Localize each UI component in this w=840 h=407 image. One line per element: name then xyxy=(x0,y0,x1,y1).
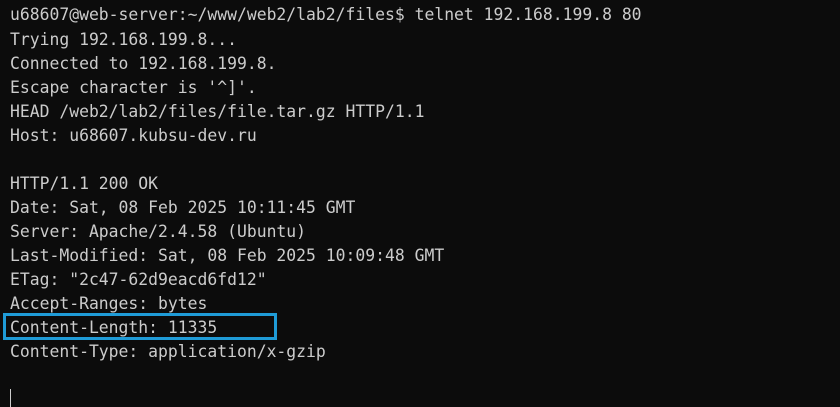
request-host-line: Host: u68607.kubsu-dev.ru xyxy=(10,126,257,145)
response-header-date: Date: Sat, 08 Feb 2025 10:11:45 GMT xyxy=(10,198,356,217)
content-length-highlight-box xyxy=(3,313,277,340)
response-header-server: Server: Apache/2.4.58 (Ubuntu) xyxy=(10,222,307,241)
request-line: HEAD /web2/lab2/files/file.tar.gz HTTP/1… xyxy=(10,102,425,121)
response-header-last-modified: Last-Modified: Sat, 08 Feb 2025 10:09:48… xyxy=(10,246,445,265)
prompt-command-line: u68607@web-server:~/www/web2/lab2/files$… xyxy=(10,5,642,24)
output-line: Trying 192.168.199.8... xyxy=(10,30,237,49)
text-cursor xyxy=(10,389,11,407)
response-status-line: HTTP/1.1 200 OK xyxy=(10,174,159,193)
response-header-etag: ETag: "2c47-62d9eacd6fd12" xyxy=(10,270,267,289)
response-header-content-type: Content-Type: application/x-gzip xyxy=(10,342,326,361)
output-line: Escape character is '^]'. xyxy=(10,78,257,97)
output-line: Connected to 192.168.199.8. xyxy=(10,54,277,73)
terminal-window[interactable]: y u68607@web-server:~/www/web2/lab2/file… xyxy=(0,0,840,407)
